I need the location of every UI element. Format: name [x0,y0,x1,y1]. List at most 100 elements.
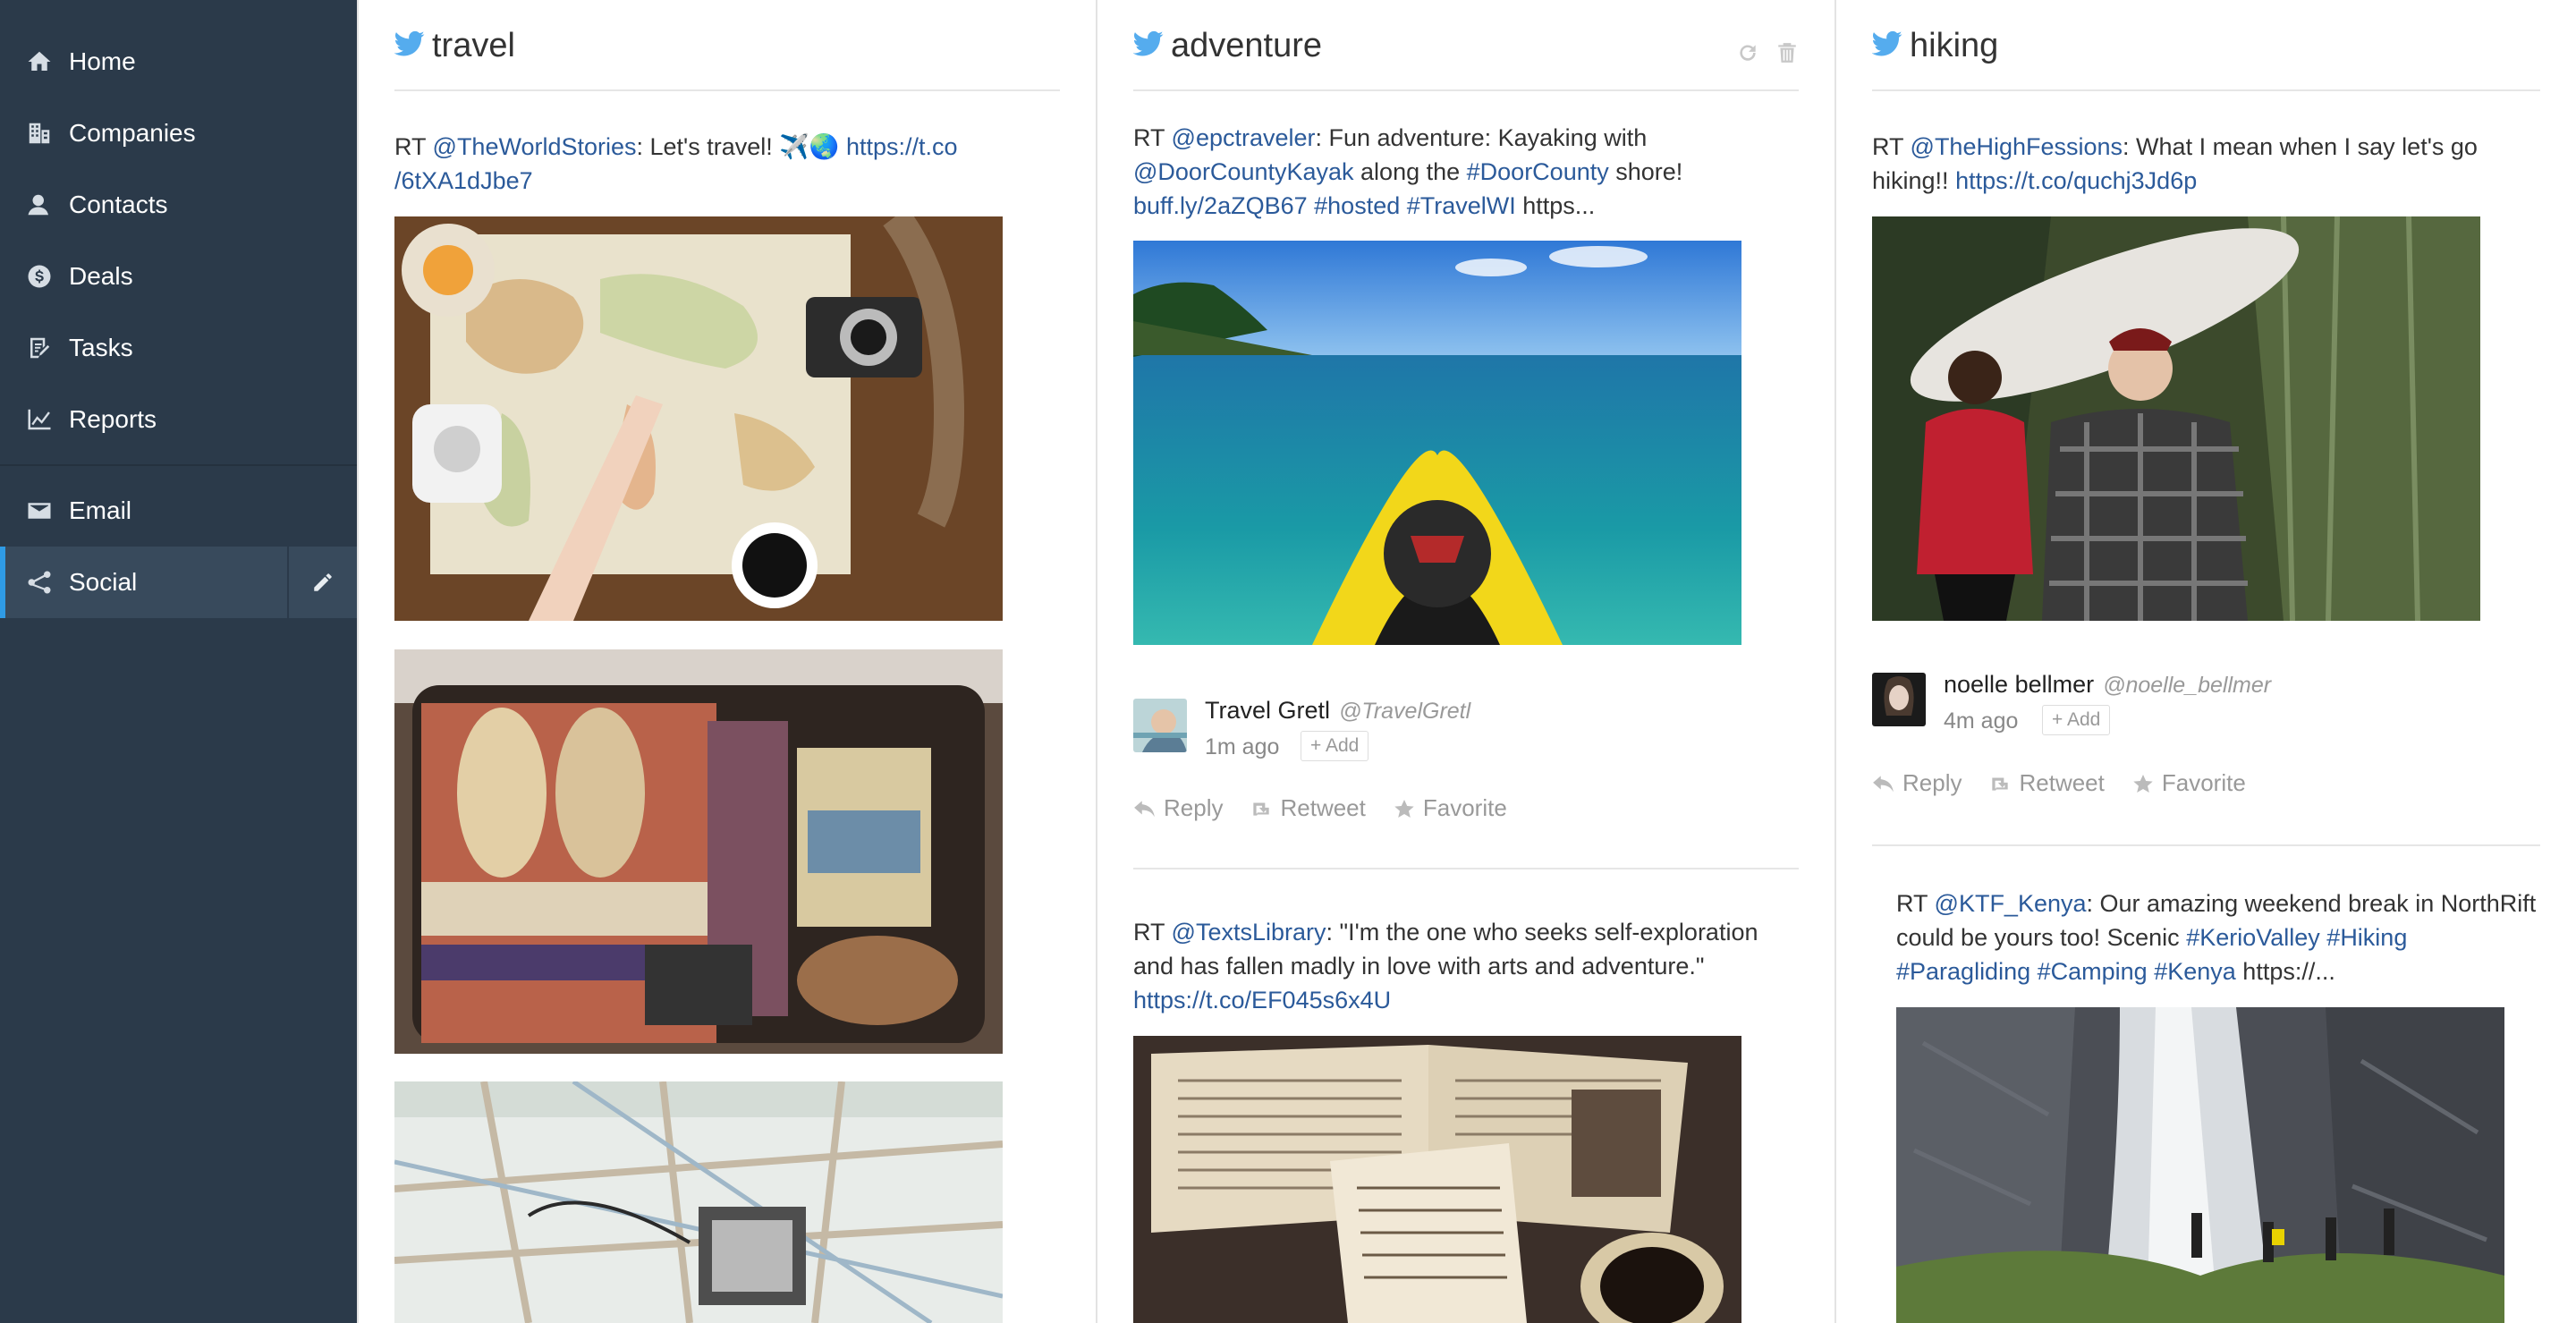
hashtag-link[interactable]: #KerioValley [2186,924,2320,951]
tweet-author: Travel Gretl @TravelGretl 1m ago + Add [1133,697,1813,761]
person-icon [25,191,54,219]
reply-button[interactable]: Reply [1133,794,1223,822]
tweet-photo-map[interactable] [394,216,1003,621]
stream-column-adventure: adventure RT @epctraveler: Fun adventure… [1096,0,1835,1323]
retweet-button[interactable]: Retweet [1250,794,1366,822]
twitter-icon [1871,30,1902,57]
avatar[interactable] [1872,673,1926,726]
edit-button[interactable] [287,547,357,618]
tweet-body: https://... [2235,958,2335,985]
reply-label: Reply [1902,769,1962,796]
tweet-text: RT @TextsLibrary: "I'm the one who seeks… [1133,915,1813,1017]
star-icon [2133,774,2153,793]
tweet-body: : Let's travel! ✈️🌏 [636,133,846,160]
tweet-photo-suitcase[interactable] [394,649,1003,1054]
tweet-separator [1133,868,1799,869]
trash-icon[interactable] [1775,41,1799,64]
tweet-text: RT @TheWorldStories: Let's travel! ✈️🌏 h… [394,130,1021,198]
tweet-separator [1872,844,2540,846]
mention-link[interactable]: @epctraveler [1172,124,1316,151]
tweet-time: 1m ago [1205,734,1280,759]
sidebar-item-label: Reports [69,405,157,433]
retweet-label: Retweet [1280,794,1366,821]
tweet-body: and has fallen madly in love with arts a… [1133,953,1705,980]
author-handle: @TravelGretl [1339,699,1471,724]
tweet-body: https... [1515,192,1596,219]
mention-link[interactable]: @TheWorldStories [433,133,637,160]
sidebar-item-label: Contacts [69,191,168,218]
tweet-text: RT @KTF_Kenya: Our amazing weekend break… [1896,886,2558,988]
nav-divider [0,464,357,466]
tweet-actions: Reply Retweet Favorite [1872,769,2246,797]
reply-icon [1873,775,1894,792]
author-name-text: Travel Gretl [1205,697,1331,724]
tweet-prefix: RT [1896,890,1935,917]
sidebar-item-home[interactable]: Home [0,26,357,98]
hashtag-link[interactable]: #Camping [2038,958,2148,985]
mention-link[interactable]: @TheHighFessions [1911,133,2123,160]
sidebar-item-contacts[interactable]: Contacts [0,169,357,241]
sidebar-item-companies[interactable]: Companies [0,98,357,169]
sidebar-item-social[interactable]: Social [0,547,357,618]
column-title: adventure [1171,27,1323,64]
tweet-body: : What I mean when I say let's go [2123,133,2478,160]
hashtag-link[interactable]: #TravelWI [1407,192,1516,219]
tweet-photo-waterfall[interactable] [1896,1007,2504,1323]
sidebar-item-label: Deals [69,262,133,290]
tweet-link[interactable]: https://t.co/EF045s6x4U [1133,987,1391,1013]
tweet-author: noelle bellmer @noelle_bellmer 4m ago + A… [1872,671,2552,735]
tweet-photo-kayak[interactable] [1133,241,1741,645]
sidebar-item-tasks[interactable]: Tasks [0,312,357,384]
reply-icon [1134,800,1155,817]
author-name[interactable]: Travel Gretl @TravelGretl [1205,697,1470,725]
column-header: adventure [1132,0,1799,91]
sidebar-item-label: Home [69,47,136,75]
tweet-prefix: RT [394,133,433,160]
mention-link[interactable]: @TextsLibrary [1172,919,1326,946]
stream-column-travel: travel RT @TheWorldStories: Let's travel… [357,0,1097,1323]
tweet-body: shore! [1608,158,1683,185]
hashtag-link[interactable]: #Kenya [2154,958,2236,985]
hashtag-link[interactable]: #Paragliding [1896,958,2030,985]
reply-label: Reply [1164,794,1224,821]
sidebar-item-label: Social [69,568,138,596]
tweet-link[interactable]: https://t.co [846,133,958,160]
tweet-photo-books[interactable] [1133,1036,1741,1323]
chart-icon [25,405,54,434]
hashtag-link[interactable]: #Hiking [2326,924,2407,951]
add-contact-button[interactable]: + Add [1301,731,1369,761]
tweet-photo-hikers[interactable] [1872,216,2480,621]
sidebar-item-label: Email [69,496,132,524]
pencil-icon [314,573,332,591]
tweet-body: : "I'm the one who seeks self-exploratio… [1326,919,1758,946]
column-tools [1736,41,1799,64]
stream-column-hiking: hiking RT @TheHighFessions: What I mean … [1835,0,2576,1323]
reply-button[interactable]: Reply [1872,769,1962,797]
sidebar-item-email[interactable]: Email [0,475,357,547]
tweet-link[interactable]: /6tXA1dJbe7 [394,167,533,194]
avatar[interactable] [1133,699,1187,752]
favorite-button[interactable]: Favorite [2131,769,2246,797]
refresh-icon[interactable] [1736,41,1759,64]
sidebar-item-reports[interactable]: Reports [0,384,357,455]
column-title: hiking [1910,27,1999,64]
sidebar-item-label: Tasks [69,334,133,361]
hashtag-link[interactable]: #hosted [1314,192,1400,219]
author-name[interactable]: noelle bellmer @noelle_bellmer [1944,671,2271,699]
mention-link[interactable]: @DoorCountyKayak [1133,158,1354,185]
tweet-photo-citymap[interactable] [394,1081,1003,1323]
hashtag-link[interactable]: #DoorCounty [1467,158,1609,185]
twitter-icon [1132,30,1164,57]
mention-link[interactable]: @KTF_Kenya [1935,890,2087,917]
add-contact-button[interactable]: + Add [2042,705,2111,735]
tweet-time: 4m ago [1944,708,2019,734]
tweet-body: : Fun adventure: Kayaking with [1315,124,1648,151]
author-handle: @noelle_bellmer [2103,673,2272,698]
favorite-button[interactable]: Favorite [1393,794,1507,822]
retweet-button[interactable]: Retweet [1988,769,2105,797]
sidebar: Home Companies Contacts Deals Tasks Repo… [0,0,357,1323]
sidebar-item-deals[interactable]: Deals [0,241,357,312]
tweet-link[interactable]: buff.ly/2aZQB67 [1133,192,1308,219]
tweet-link[interactable]: https://t.co/quchj3Jd6p [1955,167,2197,194]
tweet-actions: Reply Retweet Favorite [1133,794,1507,822]
